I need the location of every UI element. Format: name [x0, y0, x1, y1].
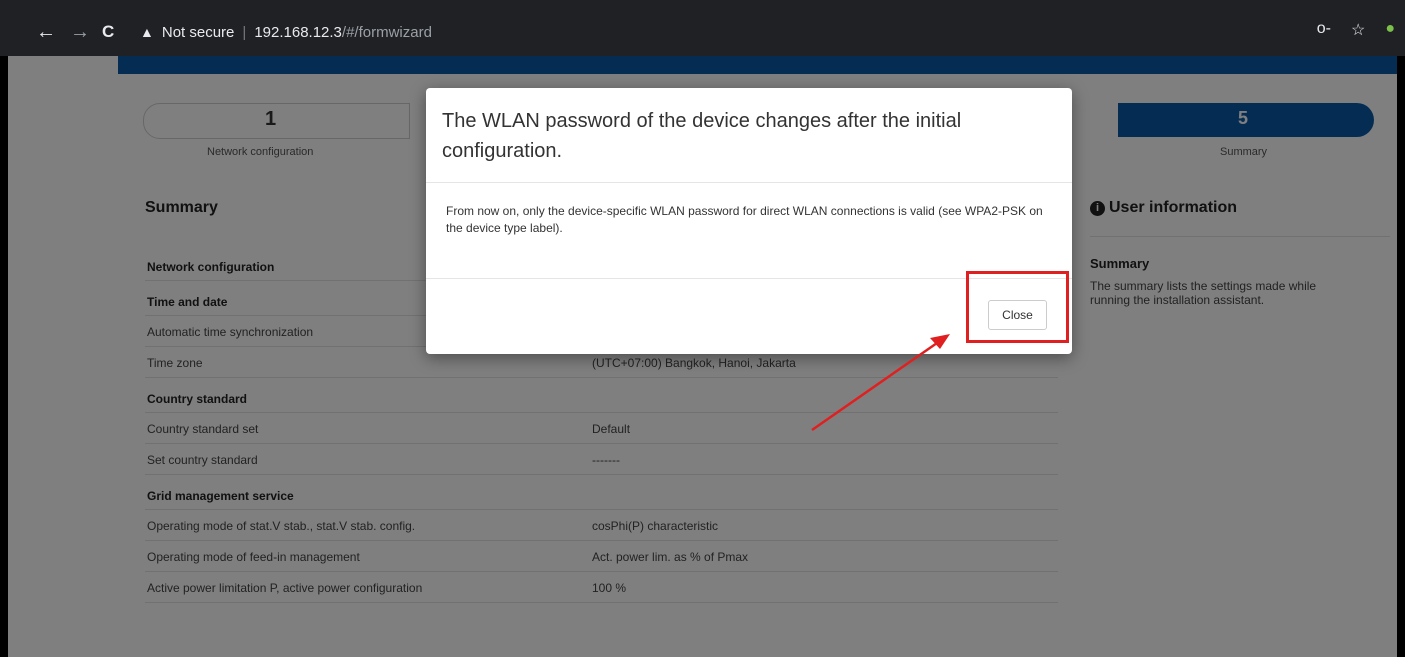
annotation-arrow — [811, 334, 950, 432]
arrow-shaft — [811, 341, 938, 432]
